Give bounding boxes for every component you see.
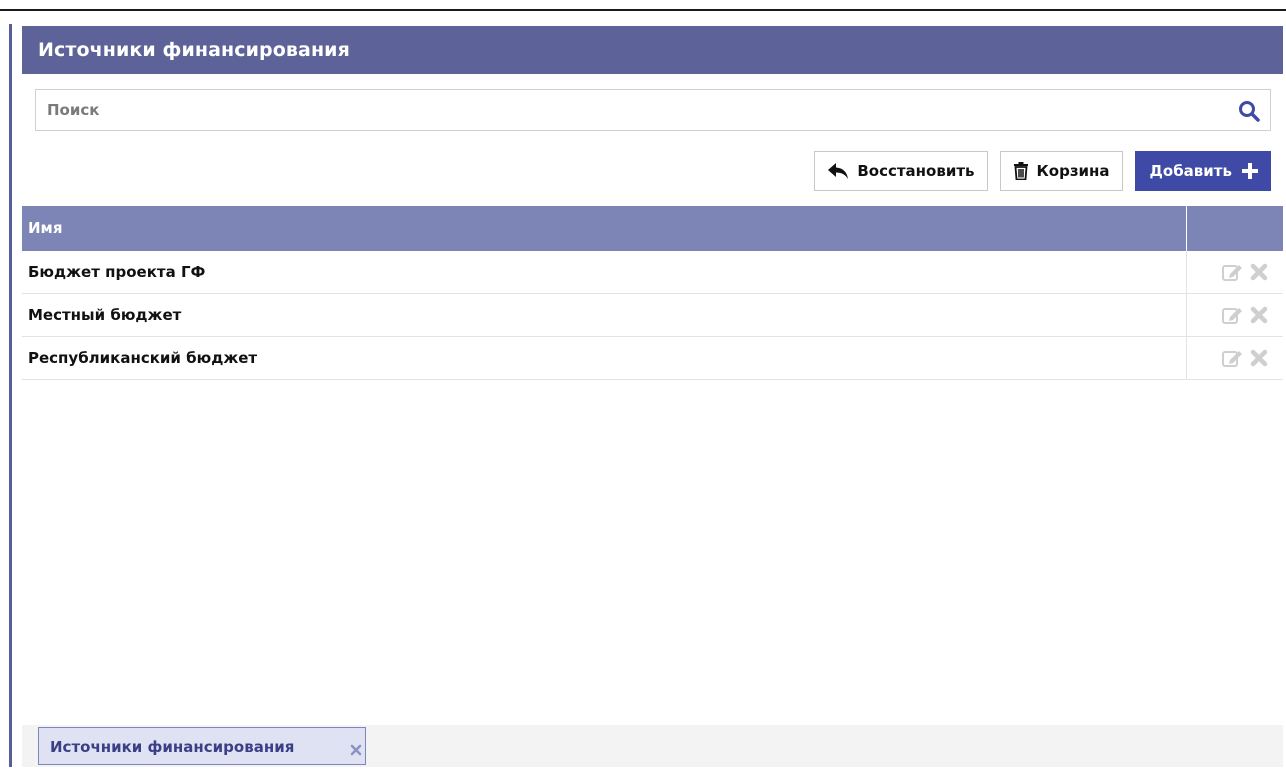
table-header: Имя: [22, 206, 1283, 251]
top-divider: [0, 9, 1286, 11]
search-input[interactable]: [36, 90, 1227, 130]
bottom-tab-funding-sources[interactable]: Источники финансирования: [38, 727, 366, 765]
row-actions: [1186, 251, 1283, 293]
column-header-actions: [1186, 206, 1283, 251]
trash-button[interactable]: Корзина: [999, 151, 1123, 191]
row-name: Местный бюджет: [28, 306, 182, 324]
funding-sources-panel: Источники финансирования Восстановить: [22, 26, 1283, 767]
search-box: [35, 89, 1271, 131]
trash-button-label: Корзина: [1036, 162, 1110, 180]
delete-icon[interactable]: [1247, 260, 1271, 284]
row-name: Республиканский бюджет: [28, 349, 258, 367]
add-button-label: Добавить: [1149, 162, 1232, 180]
trash-icon: [1013, 162, 1029, 180]
table-body: Бюджет проекта ГФ Местный бюджет Республ…: [22, 251, 1283, 380]
table-row[interactable]: Республиканский бюджет: [22, 337, 1283, 380]
delete-icon[interactable]: [1247, 346, 1271, 370]
row-actions: [1186, 294, 1283, 336]
toolbar: Восстановить Корзина Добавить: [814, 151, 1271, 191]
bottom-tab-label: Источники финансирования: [50, 738, 295, 756]
row-name: Бюджет проекта ГФ: [28, 263, 206, 281]
plus-icon: [1242, 163, 1258, 179]
edit-icon[interactable]: [1221, 260, 1245, 284]
delete-icon[interactable]: [1247, 303, 1271, 327]
edit-icon[interactable]: [1221, 303, 1245, 327]
search-icon[interactable]: [1238, 100, 1260, 122]
restore-button[interactable]: Восстановить: [814, 151, 988, 191]
row-actions: [1186, 337, 1283, 379]
add-button[interactable]: Добавить: [1134, 151, 1271, 191]
table-row[interactable]: Местный бюджет: [22, 294, 1283, 337]
undo-arrow-icon: [827, 162, 849, 180]
panel-title: Источники финансирования: [22, 26, 1283, 74]
column-header-name[interactable]: Имя: [22, 206, 1186, 251]
table-row[interactable]: Бюджет проекта ГФ: [22, 251, 1283, 294]
restore-button-label: Восстановить: [857, 162, 975, 180]
left-border: [9, 24, 12, 767]
edit-icon[interactable]: [1221, 346, 1245, 370]
close-icon[interactable]: [350, 732, 362, 756]
